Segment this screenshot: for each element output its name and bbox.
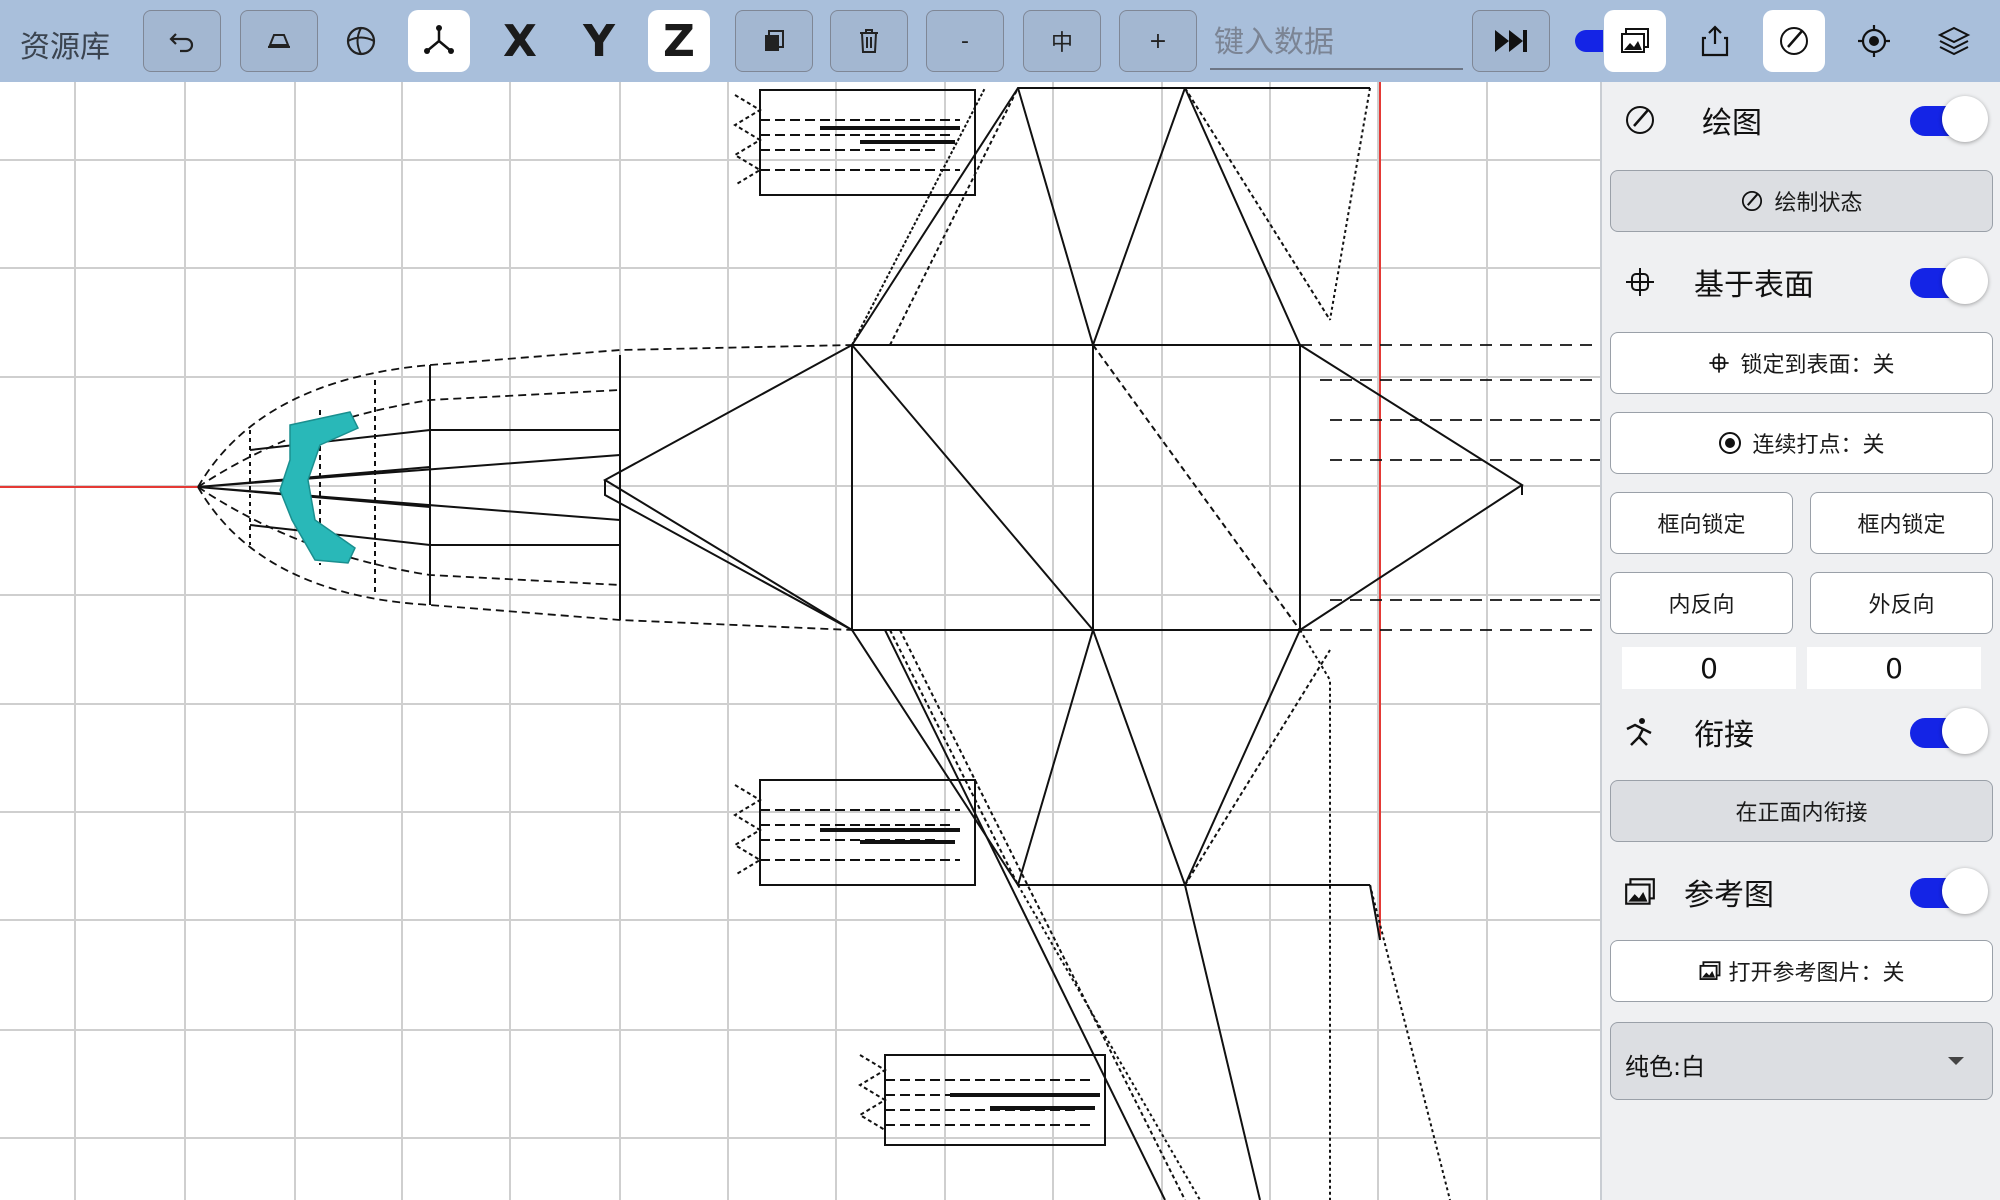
center-button[interactable]: 中 — [1023, 10, 1101, 72]
copy-button[interactable] — [735, 10, 813, 72]
minus-label: - — [961, 28, 969, 54]
layers-button[interactable] — [1923, 10, 1985, 72]
inner-reverse-button[interactable]: 内反向 — [1610, 572, 1793, 634]
lower-pod — [733, 779, 976, 886]
axis-y-label: Y — [583, 15, 615, 67]
draw-toggle[interactable] — [1910, 96, 1988, 144]
share-icon — [1701, 25, 1729, 57]
outer-value-field[interactable]: 0 — [1807, 647, 1981, 689]
reference-toggle[interactable] — [1910, 868, 1988, 916]
target-button[interactable] — [1843, 10, 1905, 72]
crosshair-icon — [1709, 353, 1730, 373]
library-title[interactable]: 资源库 — [20, 22, 110, 66]
plus-button[interactable]: + — [1119, 10, 1197, 72]
axes-button[interactable] — [408, 10, 470, 72]
continuous-dot-label: 连续打点：关 — [1752, 433, 1885, 458]
grid — [0, 82, 1600, 1200]
color-select-value: 纯色:白 — [1625, 1053, 1706, 1081]
draw-state-button[interactable]: 绘制状态 — [1610, 170, 1993, 232]
globe-icon — [346, 26, 376, 56]
upper-pod — [733, 89, 976, 196]
inner-lock-button[interactable]: 框内锁定 — [1810, 492, 1993, 554]
eraser-button[interactable] — [240, 10, 318, 72]
target-icon — [1858, 25, 1890, 57]
bottom-pod — [858, 1054, 1106, 1146]
join-front-button[interactable]: 在正面内衔接 — [1610, 780, 1993, 842]
surface-toggle[interactable] — [1910, 258, 1988, 306]
outer-reverse-button[interactable]: 外反向 — [1810, 572, 1993, 634]
axis-y-button[interactable]: Y — [568, 10, 630, 72]
draw-section-label: 绘图 — [1702, 106, 1762, 141]
lock-to-surface-button[interactable]: 锁定到表面：关 — [1610, 332, 1993, 394]
draw-state-label: 绘制状态 — [1774, 191, 1863, 216]
axis-z-button[interactable]: Z — [648, 10, 710, 72]
eraser-icon — [268, 34, 290, 48]
image-icon — [1700, 961, 1721, 980]
fast-forward-button[interactable] — [1472, 10, 1550, 72]
radio-dot-icon — [1719, 432, 1742, 454]
axes-icon — [424, 25, 454, 54]
lock-to-surface-label: 锁定到表面：关 — [1740, 353, 1895, 378]
join-section-header: 衔接 — [1602, 694, 2000, 770]
surface-section-header: 基于表面 — [1602, 244, 2000, 320]
sphere-button[interactable] — [330, 10, 392, 72]
layers-icon — [1937, 26, 1971, 56]
model-wireframe — [197, 87, 1600, 1200]
undo-button[interactable] — [143, 10, 221, 72]
open-reference-button[interactable]: 打开参考图片：关 — [1610, 940, 1993, 1002]
inner-value: 0 — [1700, 651, 1718, 685]
axis-x-label: X — [503, 15, 537, 67]
plus-label: + — [1148, 28, 1168, 54]
join-toggle[interactable] — [1910, 708, 1988, 756]
data-input[interactable] — [1210, 16, 1463, 70]
trash-icon — [860, 29, 878, 53]
undo-icon — [169, 33, 194, 53]
draw-section-header: 绘图 — [1602, 82, 2000, 158]
axis-x-button[interactable]: X — [489, 10, 551, 72]
surface-section-label: 基于表面 — [1694, 268, 1814, 303]
draw-mode-button[interactable] — [1763, 10, 1825, 72]
axis-z-label: Z — [663, 15, 695, 67]
continuous-dot-button[interactable]: 连续打点：关 — [1610, 412, 1993, 474]
pen-circle-icon — [1620, 100, 1660, 140]
chevron-down-icon — [1948, 1057, 1964, 1065]
box-lock-button[interactable]: 框向锁定 — [1610, 492, 1793, 554]
inner-lock-label: 框内锁定 — [1857, 513, 1946, 538]
pen-circle-icon — [1742, 190, 1763, 212]
minus-button[interactable]: - — [926, 10, 1004, 72]
reference-section-label: 参考图 — [1684, 878, 1774, 913]
outer-reverse-label: 外反向 — [1868, 593, 1935, 618]
inner-value-field[interactable]: 0 — [1622, 647, 1796, 689]
properties-panel: 绘图 绘制状态 基于表面 锁定到表面：关 连续打点：关 框向锁定 框内锁定 内反… — [1600, 82, 2000, 1200]
inner-reverse-label: 内反向 — [1668, 593, 1735, 618]
reference-image-button[interactable] — [1604, 10, 1666, 72]
crosshair-icon — [1620, 262, 1660, 302]
center-label: 中 — [1050, 31, 1073, 56]
color-select[interactable]: 纯色:白 — [1610, 1022, 1993, 1100]
box-lock-label: 框向锁定 — [1657, 513, 1746, 538]
top-toolbar: 资源库 X Y Z - 中 + 键入数据 — [0, 0, 2000, 82]
viewport-canvas[interactable] — [0, 82, 1600, 1200]
wireframe-viewport[interactable] — [0, 82, 1600, 1200]
share-button[interactable] — [1684, 10, 1746, 72]
open-reference-label: 打开参考图片：关 — [1728, 961, 1905, 986]
join-front-label: 在正面内衔接 — [1735, 801, 1868, 826]
delete-button[interactable] — [830, 10, 908, 72]
toolbar-toggle[interactable] — [1575, 30, 1603, 52]
image-icon — [1620, 872, 1660, 912]
reference-image-icon — [1621, 28, 1649, 53]
outer-value: 0 — [1885, 651, 1903, 685]
fast-forward-icon — [1495, 30, 1527, 52]
copy-icon — [765, 30, 784, 51]
reference-section-header: 参考图 — [1602, 854, 2000, 930]
selected-cockpit-shape[interactable] — [279, 411, 360, 564]
stick-figure-icon — [1620, 712, 1660, 752]
join-section-label: 衔接 — [1694, 718, 1754, 753]
draw-icon — [1780, 27, 1808, 55]
